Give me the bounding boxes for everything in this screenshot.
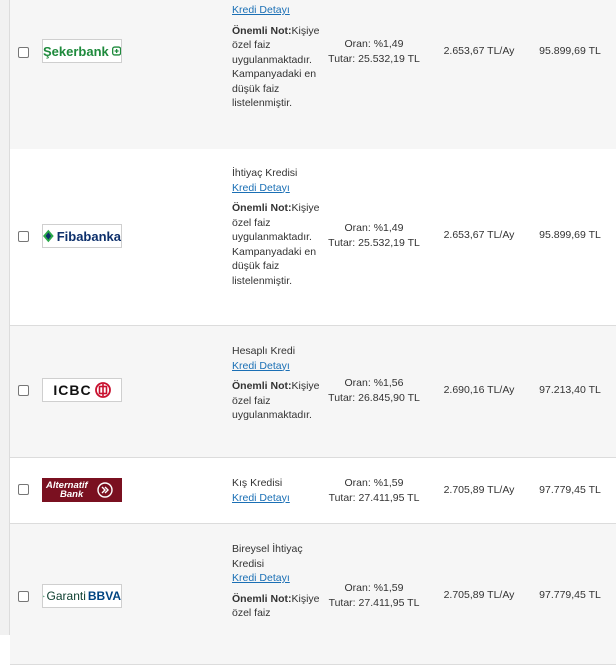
total-payment: 95.899,69 TL — [539, 45, 601, 57]
note-label: Önemli Not: — [232, 592, 292, 605]
loan-info: İhtiyaç Kredisi Kredi Detayı Önemli Not:… — [232, 166, 320, 288]
loan-note: Önemli Not:Kişiye özel faiz uygulanmakta… — [232, 24, 320, 111]
monthly-payment: 2.705,89 TL/Ay — [443, 589, 515, 601]
monthly-payment: 2.705,89 TL/Ay — [443, 484, 515, 496]
garanti-bbva-logo: Garanti BBVA — [42, 584, 122, 608]
total-payment: 97.779,45 TL — [539, 484, 601, 496]
table-row: Garanti BBVA Bireysel İhtiyaç Kredisi Kr… — [10, 524, 616, 665]
fibabanka-logo: Fibabanka — [42, 224, 122, 248]
loan-type: Kış Kredisi — [232, 477, 283, 489]
interest-rate: Oran: %1,59 — [344, 477, 404, 489]
loan-amount: Tutar: 27.411,95 TL — [328, 597, 420, 609]
table-row: Alternatif Bank Kış Kredisi Kredi Detayı… — [10, 458, 616, 524]
loan-type: Hesaplı Kredi — [232, 345, 296, 357]
note-label: Önemli Not: — [232, 24, 292, 37]
note-label: Önemli Not: — [232, 380, 292, 392]
loan-info: Kredi Detayı Önemli Not:Kişiye özel faiz… — [232, 3, 320, 111]
total-payment: 97.213,40 TL — [539, 384, 601, 396]
loan-info: Hesaplı Kredi Kredi Detayı Önemli Not:Ki… — [232, 344, 320, 423]
compare-checkbox[interactable] — [18, 47, 29, 58]
alternatif-emblem-icon — [97, 482, 113, 498]
note-text: Kişiye özel faiz uygulanmaktadır. Kampan… — [232, 24, 320, 110]
total-payment: 97.779,45 TL — [539, 589, 601, 601]
interest-rate: Oran: %1,49 — [344, 38, 404, 50]
table-row: Fibabanka İhtiyaç Kredisi Kredi Detayı Ö… — [10, 149, 616, 326]
icbc-logo-text: ICBC — [53, 382, 92, 398]
compare-checkbox[interactable] — [18, 591, 29, 602]
sekerbank-logo: Şekerbank — [42, 39, 122, 63]
left-frame-border — [0, 0, 10, 635]
loan-amount: Tutar: 27.411,95 TL — [328, 492, 420, 504]
compare-checkbox[interactable] — [18, 484, 29, 495]
compare-checkbox[interactable] — [18, 231, 29, 242]
monthly-payment: 2.653,67 TL/Ay — [443, 229, 515, 241]
interest-rate: Oran: %1,49 — [344, 222, 404, 234]
loan-info: Kış Kredisi Kredi Detayı — [232, 476, 320, 505]
loan-detail-link[interactable]: Kredi Detayı — [232, 491, 320, 506]
loan-detail-link[interactable]: Kredi Detayı — [232, 359, 320, 374]
total-payment: 95.899,69 TL — [539, 229, 601, 241]
interest-rate: Oran: %1,56 — [344, 377, 404, 389]
loan-info: Bireysel İhtiyaç Kredisi Kredi Detayı Ön… — [232, 542, 320, 621]
garanti-clover-icon — [43, 595, 45, 597]
rate-cell: Oran: %1,59 Tutar: 27.411,95 TL — [322, 476, 426, 506]
note-text: Kişiye özel faiz uygulanmaktadır. Kampan… — [232, 202, 320, 287]
alternatif-bank-logo: Alternatif Bank — [42, 478, 122, 502]
interest-rate: Oran: %1,59 — [344, 582, 404, 594]
loan-note: Önemli Not:Kişiye özel faiz — [232, 592, 320, 621]
monthly-payment: 2.690,16 TL/Ay — [443, 384, 515, 396]
rate-cell: Oran: %1,59 Tutar: 27.411,95 TL — [322, 581, 426, 611]
table-row: Şekerbank Kredi Detayı Önemli Not:Kişiye… — [10, 0, 616, 150]
loan-type: İhtiyaç Kredisi — [232, 167, 298, 179]
loan-type: Bireysel İhtiyaç Kredisi — [232, 543, 303, 570]
sekerbank-logo-text: Şekerbank — [43, 43, 109, 59]
loan-note: Önemli Not:Kişiye özel faiz uygulanmakta… — [232, 379, 320, 423]
rate-cell: Oran: %1,49 Tutar: 25.532,19 TL — [322, 37, 426, 67]
table-row: ICBC Hesaplı Kredi Kredi Detayı Önemli N… — [10, 326, 616, 458]
garanti-logo-bbva: BBVA — [87, 589, 121, 603]
fibabanka-logo-text: Fibabanka — [56, 228, 121, 244]
loan-detail-link[interactable]: Kredi Detayı — [232, 181, 320, 196]
garanti-logo-text: Garanti — [46, 589, 86, 603]
loan-amount: Tutar: 26.845,90 TL — [328, 392, 420, 404]
alternatif-logo-wordmark: Alternatif Bank — [46, 481, 88, 500]
alternatif-logo-line2: Bank — [60, 489, 84, 500]
rate-cell: Oran: %1,49 Tutar: 25.532,19 TL — [322, 221, 426, 251]
loan-detail-link[interactable]: Kredi Detayı — [232, 3, 320, 18]
monthly-payment: 2.653,67 TL/Ay — [443, 45, 515, 57]
rate-cell: Oran: %1,56 Tutar: 26.845,90 TL — [322, 376, 426, 406]
fibabanka-emblem-icon — [43, 229, 54, 243]
icbc-logo: ICBC — [42, 378, 122, 402]
sekerbank-emblem-icon — [111, 46, 121, 56]
loan-note: Önemli Not:Kişiye özel faiz uygulanmakta… — [232, 201, 320, 288]
note-label: Önemli Not: — [232, 202, 292, 214]
compare-checkbox[interactable] — [18, 385, 29, 396]
loan-amount: Tutar: 25.532,19 TL — [328, 237, 420, 249]
loan-detail-link[interactable]: Kredi Detayı — [232, 571, 320, 586]
loan-amount: Tutar: 25.532,19 TL — [328, 53, 420, 65]
icbc-emblem-icon — [94, 382, 111, 398]
